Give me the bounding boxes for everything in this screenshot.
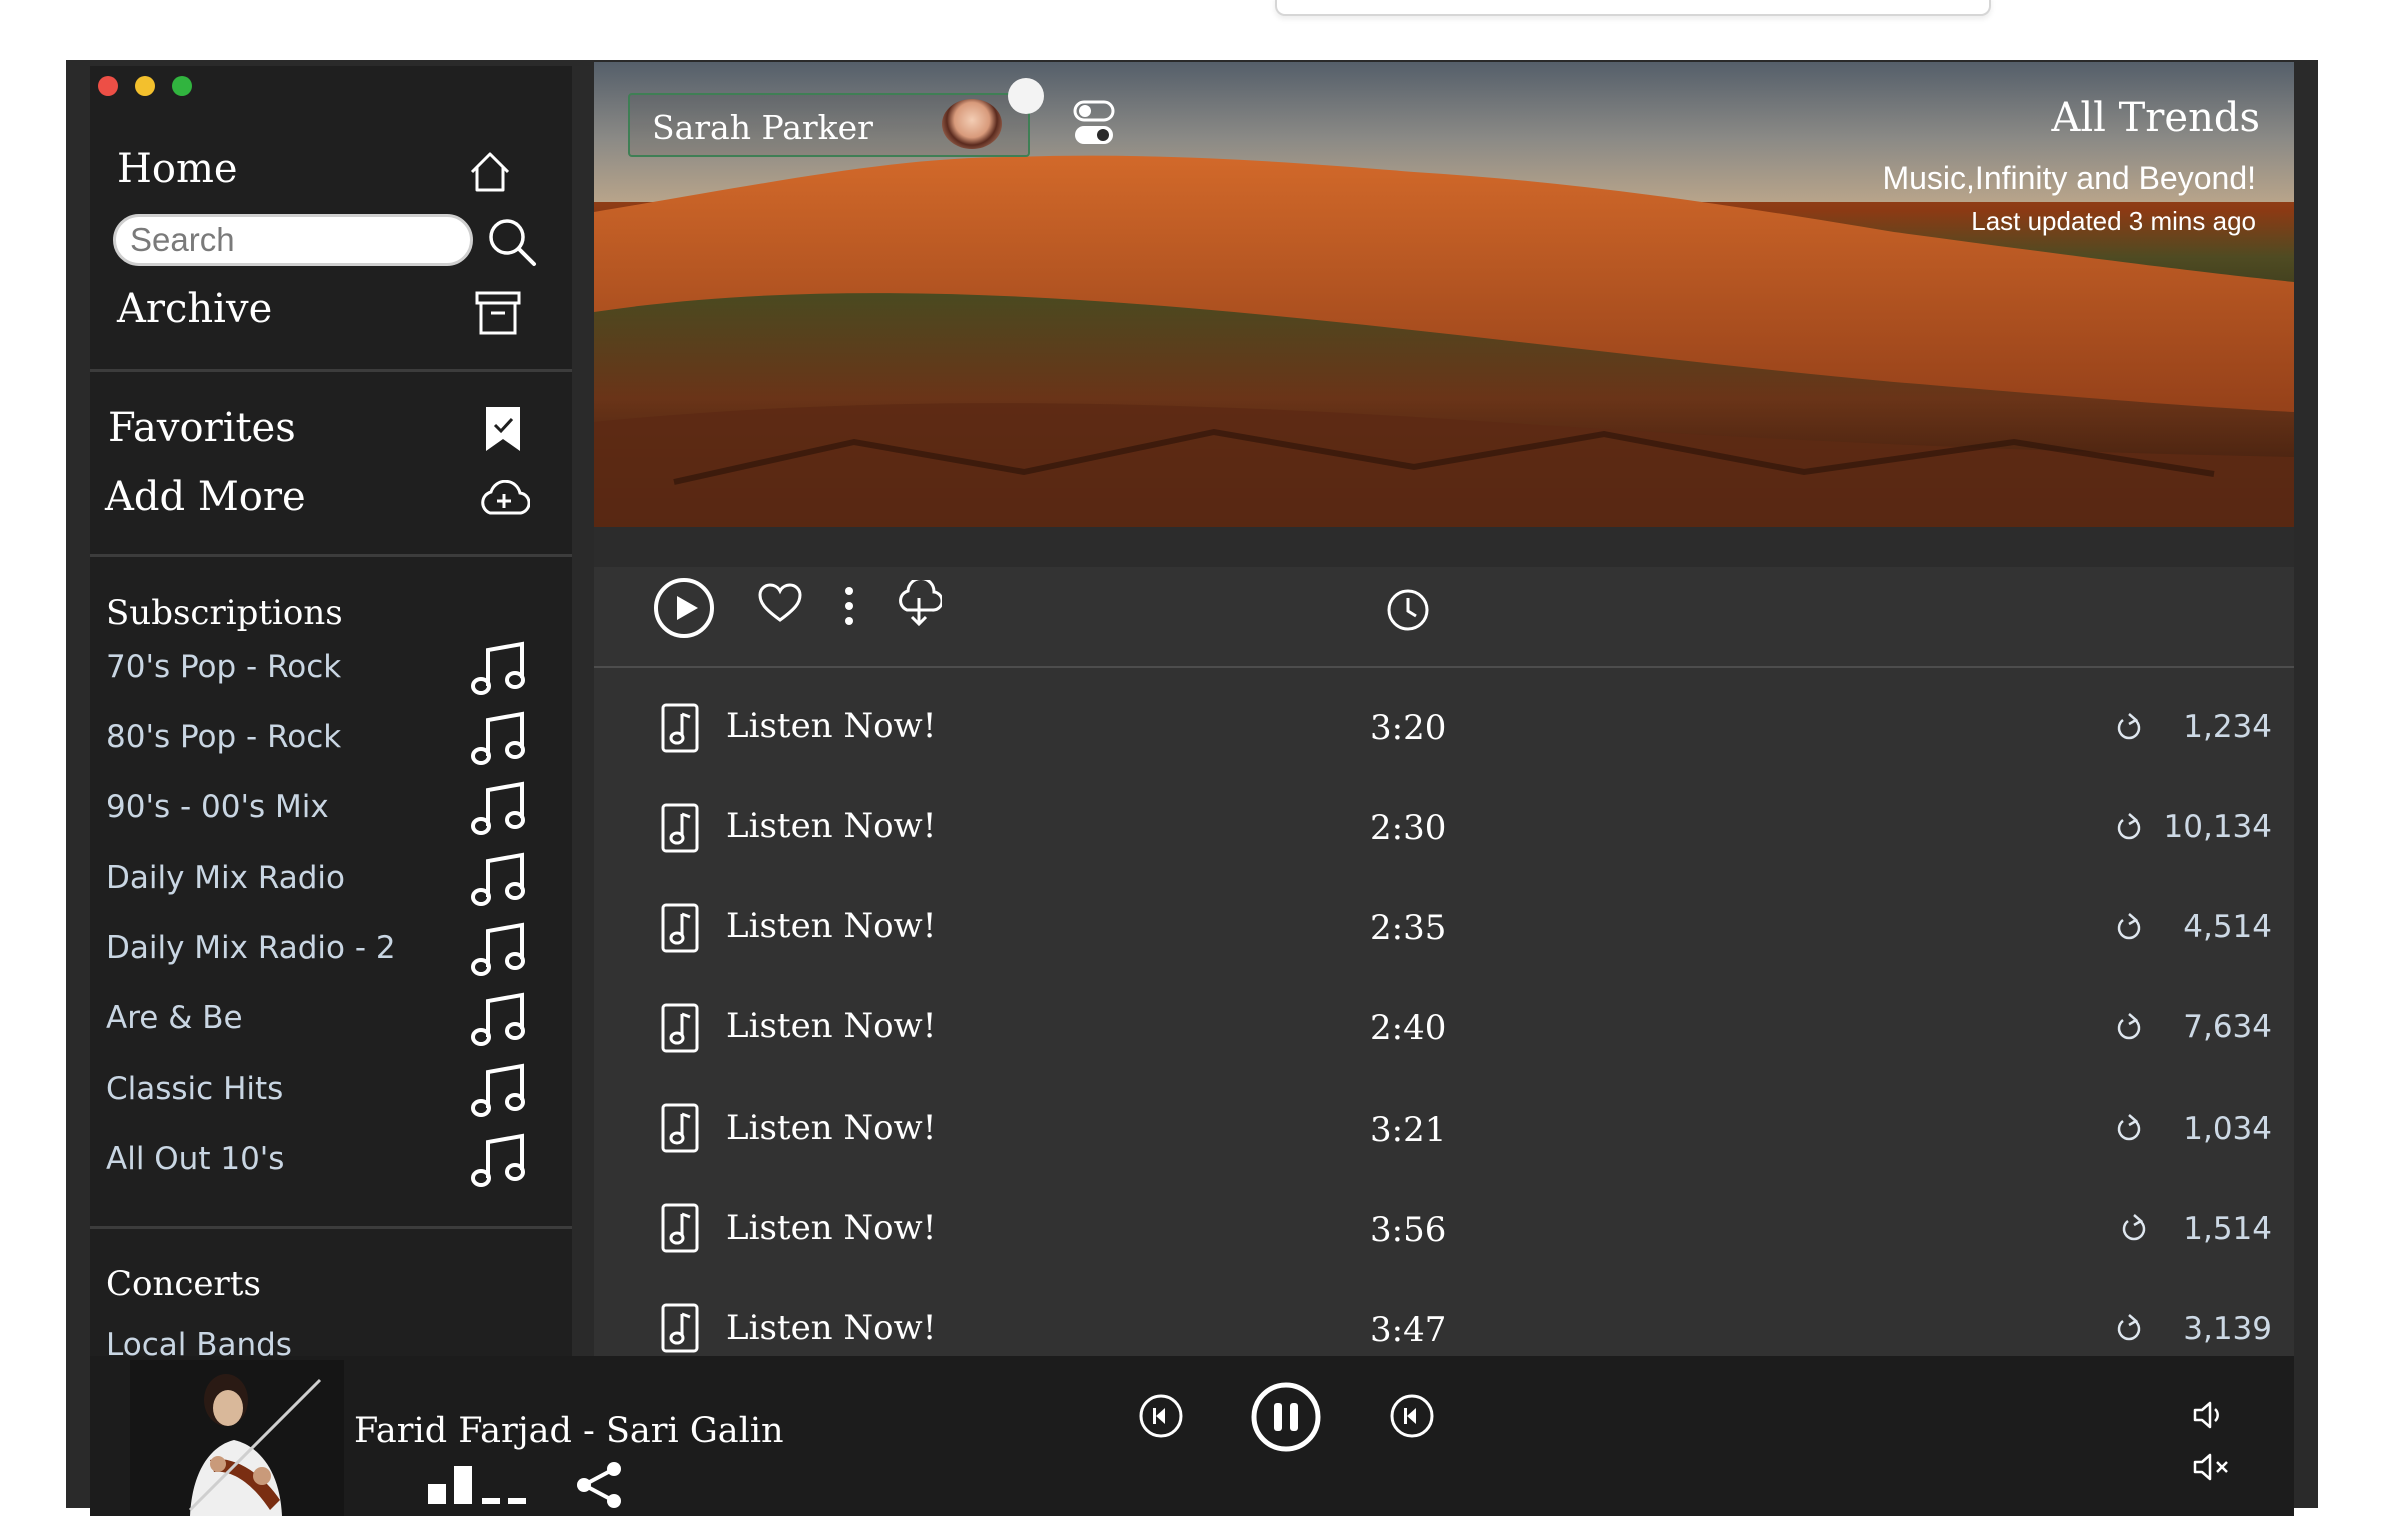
music-file-icon [661, 1303, 699, 1353]
music-note-icon [471, 922, 525, 976]
music-file-icon [661, 703, 699, 753]
home-icon[interactable] [466, 148, 514, 196]
page-title: All Trends [2051, 95, 2260, 141]
music-note-icon [471, 852, 525, 906]
track-duration: 2:40 [1370, 1008, 1447, 1048]
last-updated-text: Last updated 3 mins ago [1971, 206, 2256, 236]
track-duration: 2:35 [1370, 908, 1447, 948]
subscription-item[interactable]: Are & Be [106, 999, 243, 1037]
archive-icon[interactable] [474, 290, 522, 336]
music-file-icon [661, 1003, 699, 1053]
music-file-icon [661, 1203, 699, 1253]
music-note-icon [471, 711, 525, 765]
music-note-icon [471, 1063, 525, 1117]
subscription-item[interactable]: All Out 10's [106, 1140, 284, 1178]
music-note-icon [471, 1133, 525, 1187]
repeat-icon[interactable] [2114, 1011, 2144, 1043]
track-duration: 3:47 [1370, 1310, 1447, 1350]
subscription-item[interactable]: 80's Pop - Rock [106, 718, 341, 756]
track-duration: 2:30 [1370, 808, 1447, 848]
sidebar-divider [90, 369, 572, 372]
bookmark-check-icon[interactable] [484, 405, 522, 453]
track-title[interactable]: Listen Now! [726, 1108, 936, 1148]
nav-home-label[interactable]: Home [117, 145, 238, 193]
music-note-icon [471, 641, 525, 695]
repeat-icon[interactable] [2114, 1112, 2144, 1144]
status-indicator [1008, 78, 1044, 114]
track-duration: 3:56 [1370, 1210, 1447, 1250]
subscription-item[interactable]: 70's Pop - Rock [106, 648, 341, 686]
more-vertical-icon[interactable] [842, 586, 856, 626]
equalizer-icon[interactable] [424, 1460, 536, 1506]
track-play-count: 10,134 [2163, 809, 2272, 845]
music-note-icon [471, 781, 525, 835]
minimize-window-button[interactable] [135, 76, 155, 96]
page-subtitle: Music,Infinity and Beyond! [1882, 160, 2256, 196]
music-file-icon [661, 803, 699, 853]
close-window-button[interactable] [98, 76, 118, 96]
nav-archive-label[interactable]: Archive [117, 285, 272, 333]
violinist-image [130, 1360, 344, 1516]
avatar[interactable] [942, 99, 1002, 149]
music-file-icon [661, 1103, 699, 1153]
cloud-download-icon[interactable] [896, 580, 942, 628]
nav-add-more-label[interactable]: Add More [105, 473, 306, 521]
banner-spacer [594, 527, 2294, 567]
subscription-item[interactable]: 90's - 00's Mix [106, 788, 329, 826]
track-title[interactable]: Listen Now! [726, 906, 936, 946]
track-play-count: 3,139 [2183, 1311, 2272, 1347]
mute-icon[interactable] [2192, 1452, 2234, 1482]
play-circle-icon[interactable] [652, 576, 716, 640]
clock-icon[interactable] [1386, 588, 1430, 632]
pause-icon[interactable] [1250, 1381, 1322, 1453]
track-play-count: 1,234 [2183, 709, 2272, 745]
track-title[interactable]: Listen Now! [726, 706, 936, 746]
music-note-icon [471, 992, 525, 1046]
track-play-count: 1,034 [2183, 1111, 2272, 1147]
track-title[interactable]: Listen Now! [726, 1006, 936, 1046]
sidebar-divider [90, 554, 572, 557]
subscriptions-heading: Subscriptions [106, 593, 343, 633]
concert-item-local-bands[interactable]: Local Bands [106, 1326, 292, 1356]
track-title[interactable]: Listen Now! [726, 806, 936, 846]
track-duration: 3:20 [1370, 708, 1447, 748]
track-play-count: 7,634 [2183, 1009, 2272, 1045]
dropdown-edge [1275, 0, 1991, 16]
nav-favorites-label[interactable]: Favorites [108, 404, 296, 452]
previous-icon[interactable] [1138, 1393, 1184, 1439]
repeat-icon[interactable] [2119, 1212, 2149, 1244]
repeat-icon[interactable] [2114, 1312, 2144, 1344]
track-title[interactable]: Listen Now! [726, 1208, 936, 1248]
cloud-upload-icon[interactable] [478, 480, 530, 516]
volume-icon[interactable] [2192, 1400, 2226, 1430]
subscription-item[interactable]: Daily Mix Radio - 2 [106, 929, 396, 967]
track-play-count: 4,514 [2183, 909, 2272, 945]
heart-icon[interactable] [757, 582, 803, 624]
search-icon[interactable] [486, 216, 538, 268]
share-icon[interactable] [574, 1460, 626, 1510]
music-file-icon [661, 903, 699, 953]
track-duration: 3:21 [1370, 1110, 1447, 1150]
track-title[interactable]: Listen Now! [726, 1308, 936, 1348]
next-icon[interactable] [1389, 1393, 1435, 1439]
repeat-icon[interactable] [2114, 711, 2144, 743]
now-playing-title: Farid Farjad - Sari Galin [354, 1411, 784, 1451]
sidebar-divider [90, 1226, 572, 1229]
user-name[interactable]: Sarah Parker [652, 108, 873, 148]
toggle-settings-icon[interactable] [1072, 98, 1116, 148]
repeat-icon[interactable] [2114, 811, 2144, 843]
search-input[interactable] [113, 214, 473, 266]
concerts-heading: Concerts [106, 1264, 261, 1304]
track-play-count: 1,514 [2183, 1211, 2272, 1247]
subscription-item[interactable]: Daily Mix Radio [106, 859, 345, 897]
repeat-icon[interactable] [2114, 911, 2144, 943]
zoom-window-button[interactable] [172, 76, 192, 96]
subscription-item[interactable]: Classic Hits [106, 1070, 283, 1108]
album-art[interactable] [130, 1360, 344, 1516]
